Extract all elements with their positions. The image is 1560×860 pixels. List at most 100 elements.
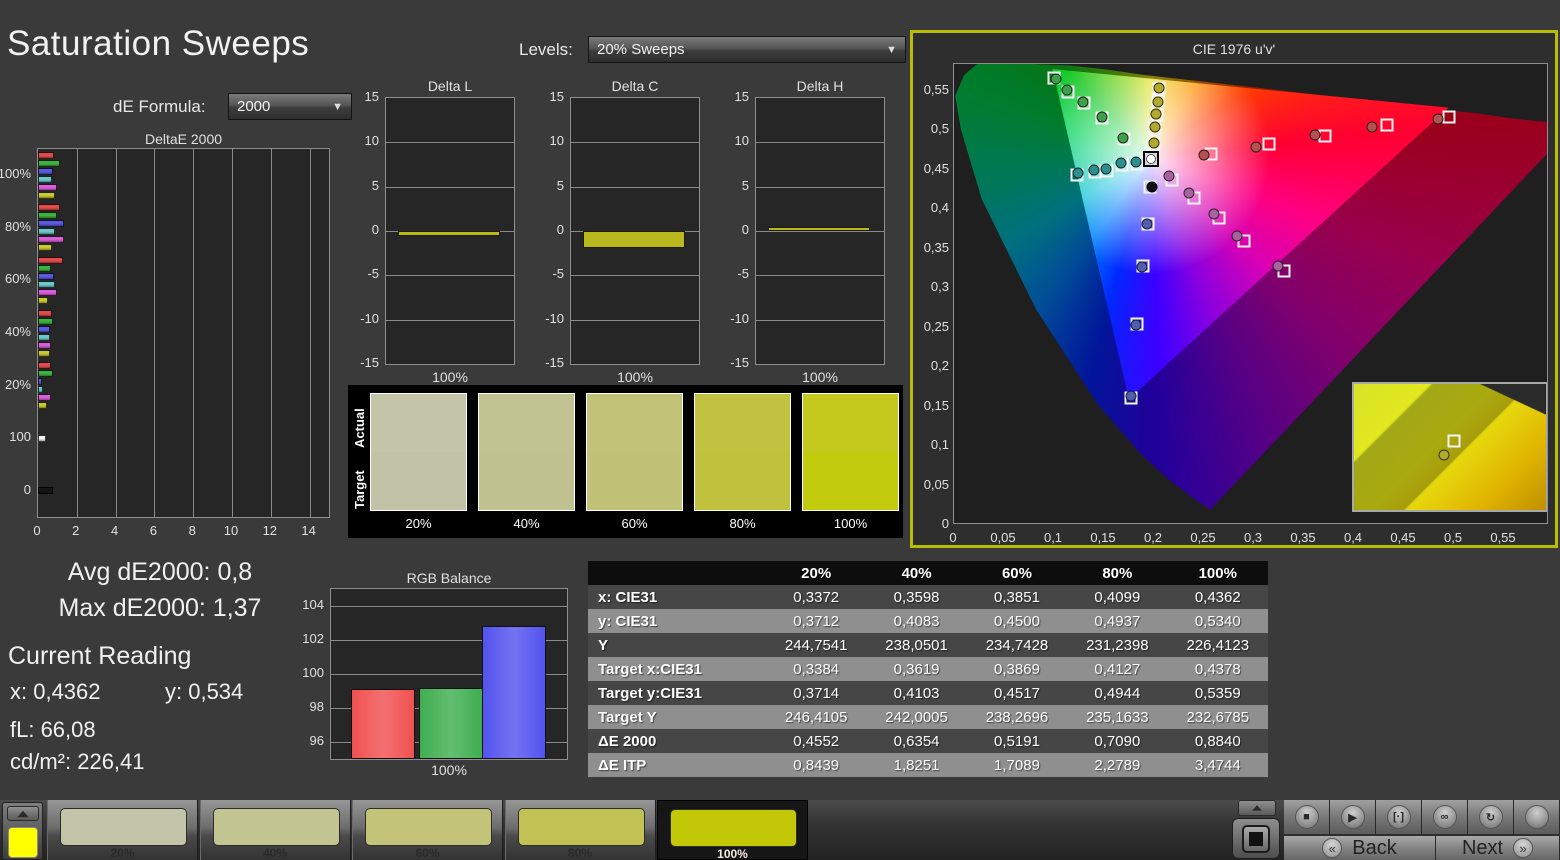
patch-button-label: 40%: [201, 846, 350, 860]
patch-button-label: 100%: [658, 847, 807, 860]
cie-x-tick: 0,45: [1390, 530, 1415, 545]
table-cell: 0,8840: [1168, 729, 1268, 753]
rgb-x-label: 100%: [330, 762, 568, 778]
reading-x: x: 0,4362: [10, 679, 101, 705]
patch-button-60%[interactable]: 60%: [352, 800, 503, 860]
cie-measured-magenta: [1272, 260, 1283, 271]
table-cell: 232,6785: [1168, 705, 1268, 729]
indicator-button[interactable]: [1514, 800, 1560, 834]
patch-button-80%[interactable]: 80%: [505, 800, 656, 860]
lch-gridline: [756, 275, 884, 276]
table-cell: 1,8251: [866, 753, 966, 777]
swatch-compare-panel: ActualTarget20%40%60%80%100%: [348, 385, 903, 538]
de-formula-dropdown[interactable]: 2000 ▼: [228, 93, 352, 120]
de-formula-label: dE Formula:: [113, 97, 206, 117]
levels-dropdown[interactable]: 20% Sweeps ▼: [588, 36, 906, 63]
lch-title-2: Delta H: [755, 78, 885, 94]
cie-measured-blue: [1142, 219, 1153, 230]
rgb-y-tick: 104: [298, 597, 324, 612]
nav-buttons: « Back Next »: [1284, 836, 1560, 860]
table-header-row: 20%40%60%80%100%: [588, 561, 1268, 585]
swatch-row-label-target: Target: [352, 457, 367, 523]
lch-title-1: Delta C: [570, 78, 700, 94]
table-row: Target x:CIE310,33840,36190,38690,41270,…: [588, 657, 1268, 681]
swatch-target: [479, 452, 574, 510]
table-cell: 235,1633: [1067, 705, 1167, 729]
deltae-group-label: 100%: [0, 166, 31, 181]
lch-gridline: [386, 142, 514, 143]
cie-diagram-panel: CIE 1976 u'v' 0,550,50,450,40,350,30,250…: [910, 30, 1558, 548]
next-button[interactable]: Next »: [1436, 836, 1560, 860]
deltae-gridline: [232, 149, 233, 517]
cie-measured-yellow: [1154, 82, 1165, 93]
color-swatch: [370, 393, 467, 511]
lch-y-tick: 10: [719, 133, 749, 148]
deltae-chart: [37, 148, 330, 518]
lch-gridline: [571, 142, 699, 143]
cie-measured-cyan: [1072, 168, 1083, 179]
rgb-bar-green: [419, 688, 483, 759]
stop-measure-button[interactable]: [1232, 818, 1280, 859]
lch-y-tick: 10: [534, 133, 564, 148]
ab-loop-button[interactable]: [·]: [1376, 800, 1422, 834]
table-cell: 231,2398: [1067, 633, 1167, 657]
swatch-actual: [695, 394, 790, 452]
cie-white-point: [1143, 151, 1159, 167]
play-button[interactable]: ▶: [1330, 800, 1376, 834]
lch-y-tick: 15: [349, 89, 379, 104]
back-button[interactable]: « Back: [1284, 836, 1436, 860]
deltae-gridline: [271, 149, 272, 517]
refresh-button[interactable]: ↻: [1468, 800, 1514, 834]
table-cell: 0,4083: [866, 609, 966, 633]
patch-button-40%[interactable]: 40%: [200, 800, 351, 860]
table-cell: 0,8439: [766, 753, 866, 777]
infinity-button[interactable]: ∞: [1422, 800, 1468, 834]
delta-chart-delta-h: [755, 97, 885, 365]
cie-measured-yellow: [1150, 121, 1161, 132]
deltae-x-tick: 0: [33, 523, 40, 538]
avg-de2000: Avg dE2000: 0,8: [0, 558, 320, 587]
lch-gridline: [571, 364, 699, 365]
lch-title-0: Delta L: [385, 78, 515, 94]
swatch-actual: [479, 394, 574, 452]
lch-gridline: [386, 275, 514, 276]
delta-chart-delta-c: [570, 97, 700, 365]
max-de2000: Max dE2000: 1,37: [0, 594, 320, 623]
patch-button-label: 60%: [353, 846, 502, 860]
color-swatch: [802, 393, 899, 511]
deltae-gridline: [310, 149, 311, 517]
table-row-label: y: CIE31: [588, 609, 766, 633]
table-cell: 0,3372: [766, 585, 866, 609]
transport-collapse-button[interactable]: [1238, 800, 1276, 816]
table-row-label: ΔE 2000: [588, 729, 766, 753]
table-cell: 0,5359: [1168, 681, 1268, 705]
deltae-bar: [38, 228, 55, 235]
patch-color: [213, 808, 340, 846]
swatch-row-label-actual: Actual: [352, 395, 367, 461]
cie-measured-green: [1061, 84, 1072, 95]
reading-y: y: 0,534: [165, 679, 243, 705]
cie-measured-red: [1250, 141, 1261, 152]
patch-color: [60, 808, 187, 846]
swatch-label: 20%: [370, 516, 467, 531]
deltae-bar: [38, 273, 54, 280]
cie-measured-blue: [1131, 319, 1142, 330]
table-row: Target Y246,4105242,0005238,2696235,1633…: [588, 705, 1268, 729]
patch-button-100%[interactable]: 100%: [657, 800, 808, 860]
table-cell: 0,4127: [1067, 657, 1167, 681]
lch-y-tick: 5: [719, 178, 749, 193]
stop-button[interactable]: ■: [1284, 800, 1330, 834]
lch-gridline: [386, 187, 514, 188]
back-arrow-icon: «: [1322, 838, 1342, 858]
patch-scroll-up-button[interactable]: [7, 806, 39, 821]
stop-icon: [1249, 832, 1263, 846]
cie-measured-cyan: [1131, 157, 1142, 168]
patch-button-20%[interactable]: 20%: [47, 800, 198, 860]
table-row-label: Y: [588, 633, 766, 657]
lch-y-tick: -5: [534, 266, 564, 281]
next-label: Next: [1462, 837, 1503, 860]
app-window: Saturation Sweeps Levels: 20% Sweeps ▼ d…: [0, 0, 1560, 860]
cie-y-tick: 0,15: [917, 398, 949, 413]
table-cell: 234,7428: [967, 633, 1067, 657]
table-cell: 0,4099: [1067, 585, 1167, 609]
